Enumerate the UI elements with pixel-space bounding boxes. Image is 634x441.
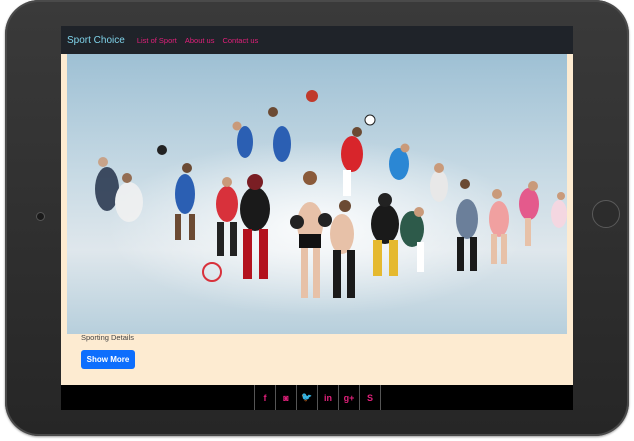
- navbar: Sport Choice List of Sport About us Cont…: [61, 26, 573, 54]
- nav-link-about-us[interactable]: About us: [185, 36, 215, 45]
- camera-icon: [36, 212, 45, 221]
- brand-link[interactable]: Sport Choice: [67, 35, 125, 46]
- nav-link-contact-us[interactable]: Contact us: [222, 36, 258, 45]
- twitter-icon[interactable]: 🐦: [296, 385, 317, 410]
- skype-icon[interactable]: S: [359, 385, 381, 410]
- footer: f ◙ 🐦 in g+ S: [61, 385, 573, 410]
- google-plus-icon[interactable]: g+: [338, 385, 359, 410]
- athletes-collage-graphic: [95, 90, 567, 298]
- home-button[interactable]: [592, 200, 620, 228]
- hero-image: [67, 54, 567, 334]
- sporting-details-text: Sporting Details: [81, 333, 134, 342]
- screen: Sport Choice List of Sport About us Cont…: [61, 26, 573, 410]
- linkedin-icon[interactable]: in: [317, 385, 338, 410]
- instagram-icon[interactable]: ◙: [275, 385, 296, 410]
- facebook-icon[interactable]: f: [254, 385, 275, 410]
- nav-link-list-of-sport[interactable]: List of Sport: [137, 36, 177, 45]
- show-more-button[interactable]: Show More: [81, 350, 135, 369]
- social-bar: f ◙ 🐦 in g+ S: [254, 385, 381, 410]
